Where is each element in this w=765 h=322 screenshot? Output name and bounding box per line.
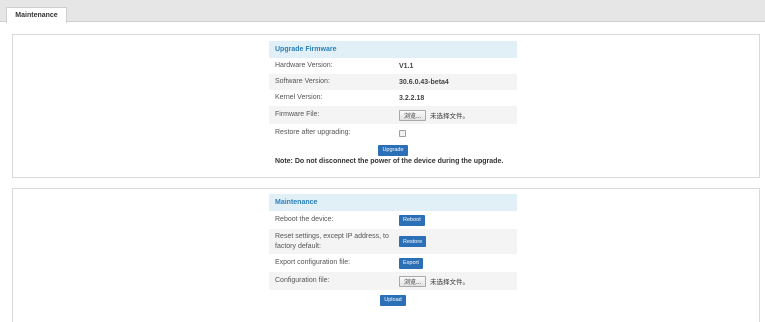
upgrade-firmware-title: Upgrade Firmware xyxy=(269,41,517,58)
config-browse-button[interactable]: 浏览... xyxy=(399,275,427,287)
upload-button[interactable]: Upload xyxy=(380,294,406,306)
restore-button[interactable]: Restore xyxy=(399,236,427,247)
reboot-label: Reboot the device: xyxy=(275,216,334,223)
reset-label: Reset settings, except IP address, to fa… xyxy=(275,232,389,250)
upgrade-panel: Upgrade Firmware Hardware Version: V1.1 … xyxy=(12,34,760,178)
hardware-version-value: V1.1 xyxy=(399,62,414,70)
upgrade-warning-note: Note: Do not disconnect the power of the… xyxy=(275,158,504,165)
software-version-row: Software Version: 30.6.0.43-beta4 xyxy=(269,74,517,90)
kernel-version-row: Kernel Version: 3.2.2.18 xyxy=(269,90,517,106)
firmware-no-file-text: 未选择文件。 xyxy=(430,113,470,120)
restore-after-upgrade-row: Restore after upgrading: xyxy=(269,124,517,142)
tab-bar: Maintenance xyxy=(0,0,765,23)
upgrade-button-row: Upgrade xyxy=(269,142,517,158)
tab-maintenance[interactable]: Maintenance xyxy=(6,7,67,23)
config-file-row: Configuration file: 浏览... 未选择文件。 xyxy=(269,272,517,290)
reset-row: Reset settings, except IP address, to fa… xyxy=(269,229,517,254)
export-label: Export configuration file: xyxy=(275,259,351,266)
firmware-file-row: Firmware File: 浏览... 未选择文件。 xyxy=(269,106,517,124)
reboot-button[interactable]: Reboot xyxy=(399,214,425,226)
restore-after-upgrade-checkbox[interactable] xyxy=(399,129,406,137)
software-version-value: 30.6.0.43-beta4 xyxy=(399,78,449,86)
upload-button-row: Upload xyxy=(269,290,517,310)
config-file-label: Configuration file: xyxy=(275,277,330,284)
hardware-version-label: Hardware Version: xyxy=(275,62,333,69)
upgrade-firmware-card: Upgrade Firmware Hardware Version: V1.1 … xyxy=(269,41,517,168)
maintenance-panel: Maintenance Reboot the device: Reboot Re… xyxy=(12,188,760,322)
reboot-row: Reboot the device: Reboot xyxy=(269,211,517,229)
kernel-version-label: Kernel Version: xyxy=(275,94,323,101)
upgrade-button[interactable]: Upgrade xyxy=(378,144,408,156)
software-version-label: Software Version: xyxy=(275,78,330,85)
hardware-version-row: Hardware Version: V1.1 xyxy=(269,58,517,74)
kernel-version-value: 3.2.2.18 xyxy=(399,94,425,102)
firmware-file-label: Firmware File: xyxy=(275,111,320,118)
maintenance-card: Maintenance Reboot the device: Reboot Re… xyxy=(269,194,517,310)
maintenance-title: Maintenance xyxy=(269,194,517,211)
firmware-browse-button[interactable]: 浏览... xyxy=(399,109,427,121)
restore-after-upgrade-label: Restore after upgrading: xyxy=(275,129,351,136)
export-button[interactable]: Export xyxy=(399,257,423,269)
config-no-file-text: 未选择文件。 xyxy=(430,279,470,286)
export-row: Export configuration file: Export xyxy=(269,254,517,272)
